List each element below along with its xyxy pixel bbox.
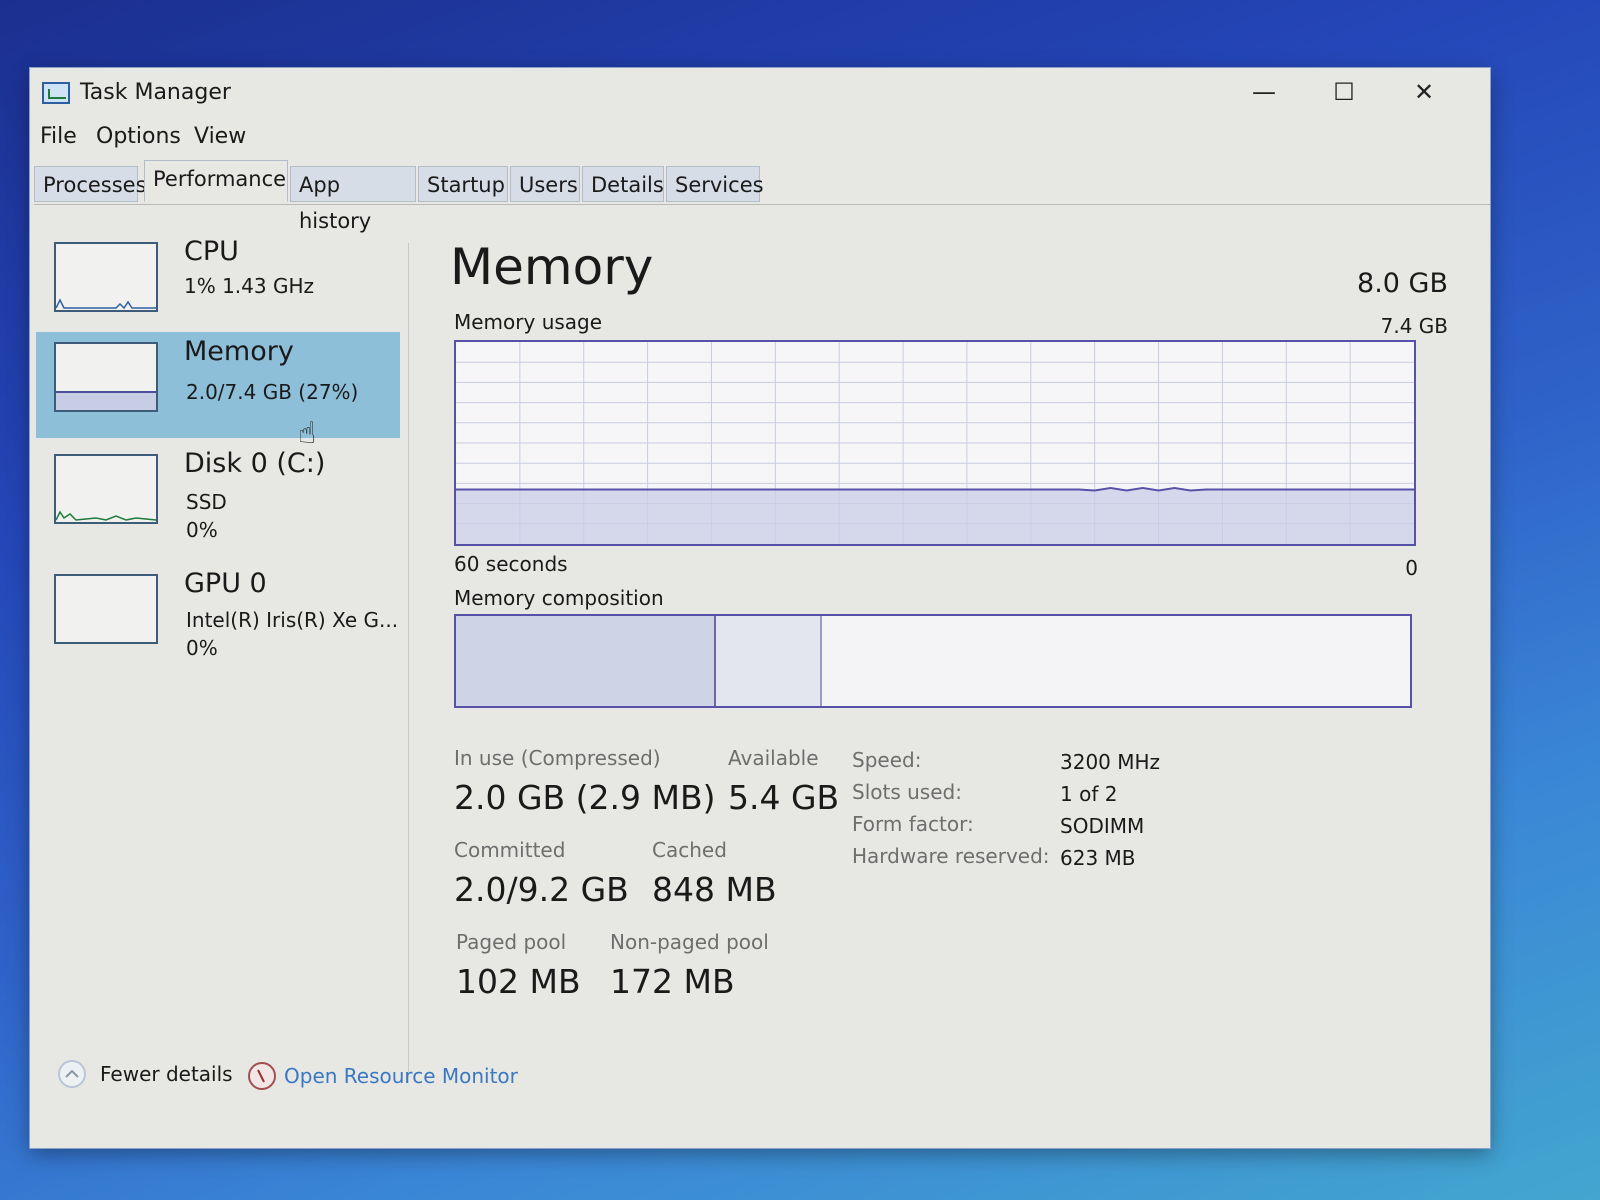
menu-options[interactable]: Options: [96, 124, 181, 149]
committed-label: Committed: [454, 838, 566, 862]
disk-label: Disk 0 (C:): [184, 448, 326, 479]
task-manager-window: Task Manager — ☐ ✕ File Options View Pro…: [30, 68, 1490, 1148]
slots-used-value: 1 of 2: [1060, 782, 1118, 806]
pane-divider[interactable]: [408, 243, 409, 1083]
title-bar[interactable]: Task Manager — ☐ ✕: [30, 68, 1490, 116]
speed-value: 3200 MHz: [1060, 750, 1161, 774]
fewer-details-link[interactable]: Fewer details: [100, 1062, 233, 1086]
chart-axis-left-label: 60 seconds: [454, 552, 568, 576]
composition-modified-segment[interactable]: [716, 616, 820, 706]
sidebar-item-disk[interactable]: Disk 0 (C:) SSD 0%: [36, 444, 400, 550]
gpu-usage-text: 0%: [186, 636, 218, 660]
memory-usage-area: [456, 489, 1414, 544]
menu-view[interactable]: View: [194, 124, 246, 149]
tab-services[interactable]: Services: [666, 166, 764, 202]
page-title: Memory: [450, 238, 654, 296]
composition-divider: [820, 616, 822, 706]
committed-value: 2.0/9.2 GB: [454, 870, 629, 909]
memory-composition-label: Memory composition: [454, 586, 664, 610]
resource-sidebar: CPU 1% 1.43 GHz Memory 2.0/7.4 GB (27%) …: [30, 208, 406, 1078]
chevron-up-icon[interactable]: [58, 1060, 86, 1088]
minimize-button[interactable]: —: [1234, 74, 1294, 110]
cpu-label: CPU: [184, 236, 239, 267]
memory-usage-chart: [454, 340, 1416, 546]
gpu-model-text: Intel(R) Iris(R) Xe G...: [186, 608, 399, 632]
speed-label: Speed:: [852, 748, 922, 772]
sidebar-item-cpu[interactable]: CPU 1% 1.43 GHz: [36, 232, 400, 338]
tab-performance[interactable]: Performance: [144, 160, 288, 202]
maximize-button[interactable]: ☐: [1314, 74, 1374, 110]
open-resource-monitor-link[interactable]: Open Resource Monitor: [284, 1064, 518, 1088]
disk-thumbnail-graph: [54, 454, 158, 524]
paged-pool-value: 102 MB: [456, 962, 581, 1001]
slots-used-label: Slots used:: [852, 780, 962, 804]
memory-label: Memory: [184, 336, 294, 367]
memory-usage-max: 7.4 GB: [1380, 314, 1448, 338]
in-use-label: In use (Compressed): [454, 746, 661, 770]
sidebar-item-memory[interactable]: Memory 2.0/7.4 GB (27%) ☝: [36, 332, 400, 451]
memory-composition-bar[interactable]: [454, 614, 1412, 708]
cpu-usage-text: 1% 1.43 GHz: [184, 274, 315, 298]
close-button[interactable]: ✕: [1394, 74, 1454, 110]
sidebar-item-gpu[interactable]: GPU 0 Intel(R) Iris(R) Xe G... 0%: [36, 564, 400, 670]
tab-startup[interactable]: Startup: [418, 166, 508, 202]
memory-total: 8.0 GB: [1357, 268, 1448, 299]
composition-in-use-segment[interactable]: [456, 616, 714, 706]
memory-thumbnail-graph: [54, 342, 158, 412]
tab-app-history[interactable]: App history: [290, 166, 416, 233]
non-paged-pool-label: Non-paged pool: [610, 930, 769, 954]
form-factor-value: SODIMM: [1060, 814, 1145, 838]
cpu-thumbnail-graph: [54, 242, 158, 312]
tab-strip: Processes Performance App history Startu…: [34, 160, 1490, 233]
tab-users[interactable]: Users: [510, 166, 580, 202]
task-manager-icon: [42, 82, 70, 104]
memory-usage-text: 2.0/7.4 GB (27%): [186, 380, 359, 404]
memory-usage-line: [456, 486, 1414, 492]
disk-usage-text: 0%: [186, 518, 218, 542]
hardware-reserved-value: 623 MB: [1060, 846, 1136, 870]
window-title: Task Manager: [80, 80, 231, 105]
gpu-thumbnail-graph: [54, 574, 158, 644]
hardware-reserved-label: Hardware reserved:: [852, 844, 1050, 868]
menu-file[interactable]: File: [40, 124, 77, 149]
gpu-label: GPU 0: [184, 568, 267, 599]
paged-pool-label: Paged pool: [456, 930, 567, 954]
non-paged-pool-value: 172 MB: [610, 962, 735, 1001]
memory-usage-label: Memory usage: [454, 310, 603, 334]
available-value: 5.4 GB: [728, 778, 840, 817]
cached-label: Cached: [652, 838, 727, 862]
disk-type-text: SSD: [186, 490, 227, 514]
chart-axis-right-label: 0: [1405, 556, 1418, 580]
form-factor-label: Form factor:: [852, 812, 974, 836]
available-label: Available: [728, 746, 819, 770]
cached-value: 848 MB: [652, 870, 777, 909]
in-use-value: 2.0 GB (2.9 MB): [454, 778, 716, 817]
tab-processes[interactable]: Processes: [34, 166, 147, 202]
tab-details[interactable]: Details: [582, 166, 664, 202]
resource-monitor-icon: [248, 1062, 276, 1090]
